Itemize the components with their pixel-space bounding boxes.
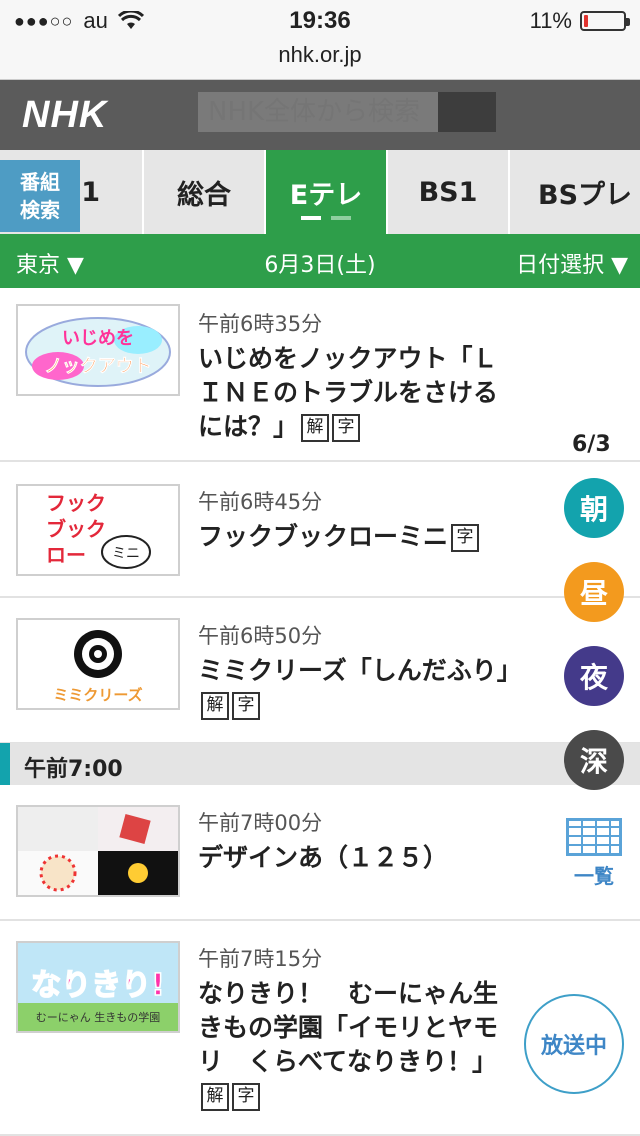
jump-late-night-button[interactable]: 深 [564, 730, 624, 790]
jump-noon-button[interactable]: 昼 [564, 562, 624, 622]
program-title: フックブックローミニ字 [198, 520, 518, 554]
battery-icon [580, 11, 630, 31]
on-air-button[interactable]: 放送中 [524, 994, 624, 1094]
program-row[interactable]: いじめを ノックアウト 午前6時35分 いじめをノックアウト「ＬＩＮＥのトラブル… [0, 288, 640, 462]
date-select[interactable]: 日付選択 ▼ [516, 247, 628, 279]
status-bar: ●●●○○ au 19:36 11% [0, 0, 640, 40]
tab-label: 1 [81, 176, 100, 208]
caption-badge: 字 [451, 524, 480, 552]
program-title-text: なりきり！ むーにゃん生きもの学園「イモリとヤモリ くらべてなりきり！」 [198, 979, 499, 1076]
program-row[interactable]: ミミクリーズ 午前6時50分 ミミクリーズ「しんだふり」解字 [0, 598, 640, 744]
tab-label: BS1 [418, 176, 478, 208]
program-search-button[interactable]: 番組 検索 [0, 160, 80, 232]
svg-text:フック: フック [46, 491, 106, 515]
svg-text:いじめを: いじめを [62, 328, 134, 349]
program-title: なりきり！ むーにゃん生きもの学園「イモリとヤモリ くらべてなりきり！」解字 [198, 977, 518, 1113]
program-search-label: 検索 [20, 198, 60, 222]
program-title-text: ミミクリーズ「しんだふり」 [198, 656, 522, 685]
app: ●●●○○ au 19:36 11% nhk.or.jp NHK 1 総合 Eテ… [0, 0, 640, 1136]
tab-label: 総合 [177, 179, 231, 211]
caption-badge: 字 [232, 692, 260, 720]
svg-text:むーにゃん 生きもの学園: むーにゃん 生きもの学園 [36, 1010, 161, 1024]
date-bar: 東京 ▼ 6月3日(土) 日付選択 ▼ [0, 234, 640, 288]
site-header: NHK [0, 80, 640, 150]
battery-percent: 11% [529, 8, 572, 33]
program-row[interactable]: フック ブック ロー ミニ 午前6時45分 フックブックローミニ字 [0, 462, 640, 598]
program-thumbnail: ミミクリーズ [16, 618, 180, 710]
program-thumbnail: なりきり! むーにゃん 生きもの学園 [16, 941, 180, 1033]
caption-badge: 字 [232, 1083, 260, 1111]
program-thumbnail: いじめを ノックアウト [16, 304, 180, 396]
program-title-text: フックブックローミニ [198, 522, 449, 551]
tab-pager-indicator [266, 216, 386, 220]
audio-description-badge: 解 [301, 414, 330, 442]
svg-text:ミニ: ミニ [112, 546, 140, 562]
tab-sogo[interactable]: 総合 [144, 150, 266, 234]
program-title: いじめをノックアウト「ＬＩＮＥのトラブルをさけるには？」解字 [198, 342, 518, 444]
list-view-button[interactable]: 一覧 [564, 818, 624, 889]
jump-night-button[interactable]: 夜 [564, 646, 624, 706]
audio-description-badge: 解 [201, 1083, 229, 1111]
svg-text:ミミクリーズ: ミミクリーズ [53, 686, 142, 704]
program-time: 午前7時00分 [198, 811, 323, 835]
tab-label: Eテレ [289, 179, 363, 211]
search-input[interactable] [198, 92, 438, 132]
program-time: 午前7時15分 [198, 947, 323, 971]
hour-header: 午前7:00 [0, 743, 640, 785]
svg-text:なりきり!: なりきり! [31, 968, 165, 1003]
svg-text:ロー: ロー [46, 543, 86, 567]
caption-badge: 字 [332, 414, 361, 442]
tab-bs1[interactable]: BS1 [388, 150, 510, 234]
search-button[interactable] [438, 92, 496, 132]
program-time: 午前6時35分 [198, 312, 323, 336]
program-row[interactable]: 午前7時00分 デザインあ（１２５） [0, 785, 640, 921]
program-thumbnail [16, 805, 180, 897]
program-thumbnail: フック ブック ロー ミニ [16, 484, 180, 576]
tab-bs-premium[interactable]: BSプレ [510, 150, 640, 234]
program-title: デザインあ（１２５） [198, 841, 518, 875]
program-title-text: デザインあ（１２５） [198, 843, 449, 872]
program-time: 午前6時50分 [198, 624, 323, 648]
svg-text:ブック: ブック [46, 517, 106, 541]
program-time: 午前6時45分 [198, 490, 323, 514]
list-view-label: 一覧 [574, 864, 614, 888]
program-search-label: 番組 [20, 170, 60, 194]
hour-header-label: 午前7:00 [24, 757, 123, 782]
program-title: ミミクリーズ「しんだふり」解字 [198, 654, 522, 722]
tab-label: BSプレ [538, 179, 633, 211]
nhk-logo[interactable]: NHK [22, 94, 107, 137]
current-page-date: 6/3 [572, 432, 611, 457]
svg-text:ノックアウト: ノックアウト [44, 356, 152, 377]
channel-tabs: 1 総合 Eテレ BS1 BSプレ [0, 150, 640, 234]
audio-description-badge: 解 [201, 692, 229, 720]
grid-icon [566, 818, 622, 856]
search-box [198, 92, 496, 132]
url-bar[interactable]: nhk.or.jp [0, 40, 640, 80]
battery-level [584, 15, 588, 27]
jump-morning-button[interactable]: 朝 [564, 478, 624, 538]
tab-etele[interactable]: Eテレ [266, 150, 388, 234]
